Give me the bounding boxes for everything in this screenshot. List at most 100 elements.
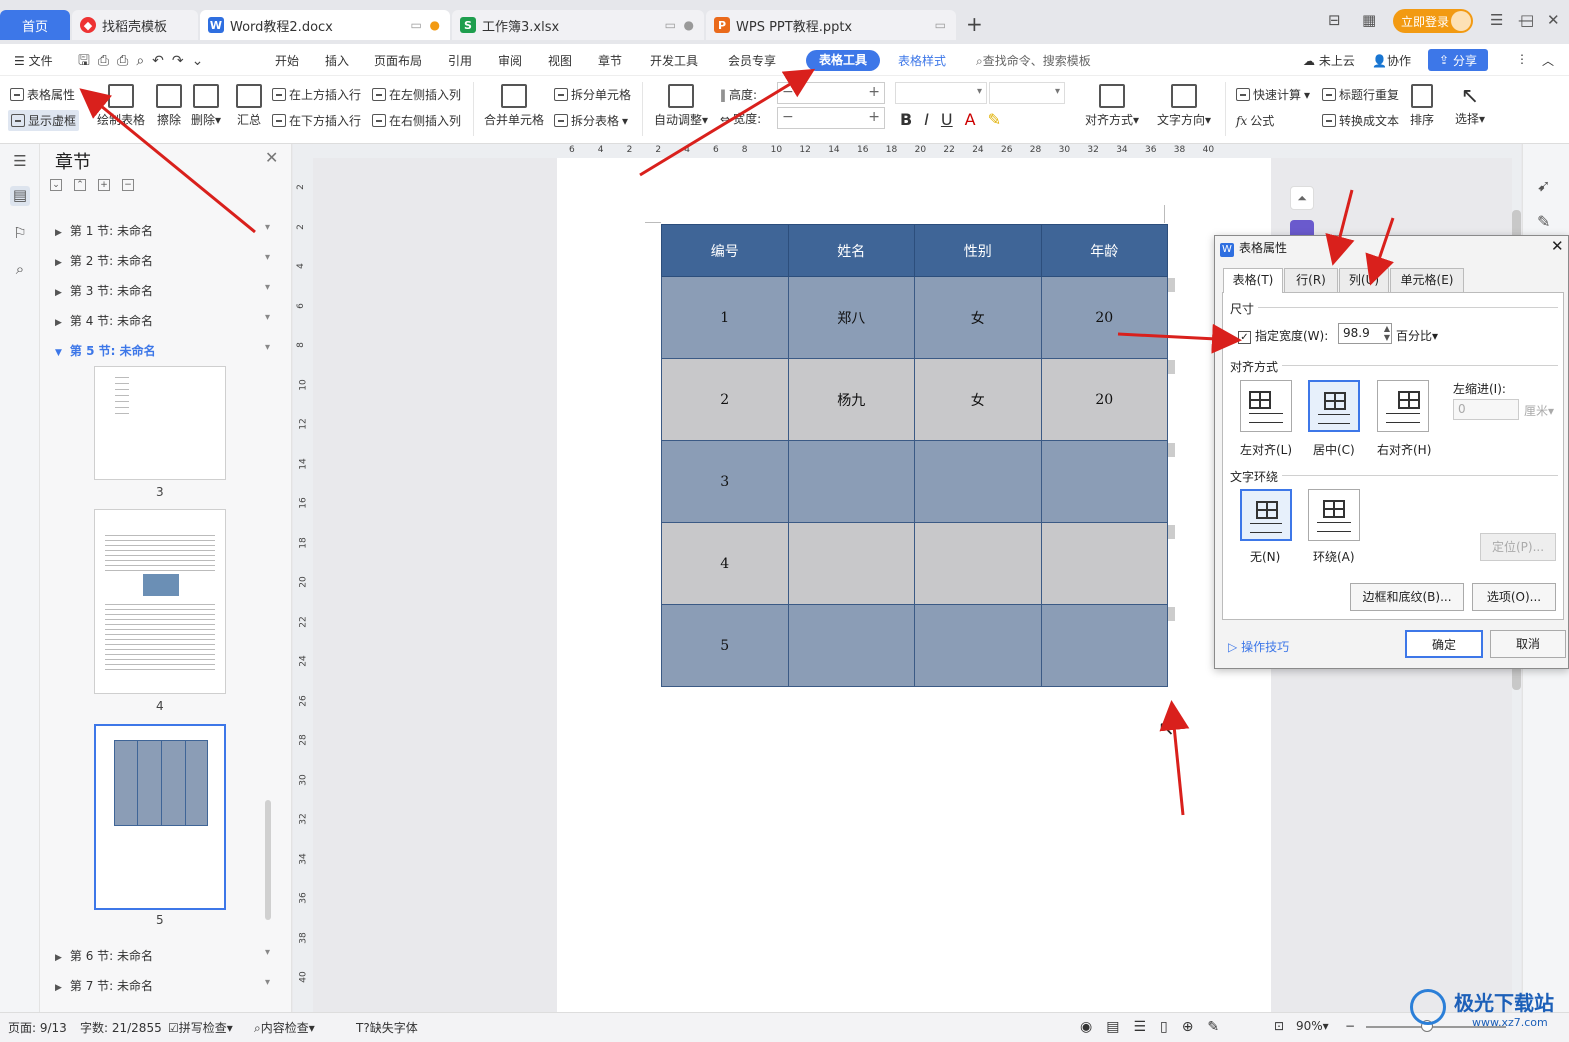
wrap-around-option[interactable] <box>1308 489 1360 541</box>
show-gridlines-button[interactable]: 显示虚框 <box>8 110 80 131</box>
layout-icon[interactable]: ⊟ <box>1328 11 1341 29</box>
font-name-select[interactable] <box>895 82 987 104</box>
table-cell[interactable] <box>787 604 915 687</box>
erase-button[interactable]: 擦除 <box>156 84 182 128</box>
cancel-button[interactable]: 取消 <box>1490 630 1566 658</box>
wrap-none-option[interactable] <box>1240 489 1292 541</box>
search-icon[interactable]: ⌕ <box>10 260 30 280</box>
table-header-cell[interactable]: 姓名 <box>787 224 915 277</box>
section-item[interactable]: ▶ 第 7 节: 未命名 ▾ <box>55 977 270 994</box>
page-thumbnail-active[interactable] <box>94 724 226 910</box>
section-item[interactable]: ▶ 第 2 节: 未命名 ▾ <box>55 252 270 269</box>
width-unit-select[interactable]: 百分比▾ <box>1396 327 1438 344</box>
text-direction-button[interactable]: 文字方向▾ <box>1157 84 1211 128</box>
bold-icon[interactable]: B <box>900 110 912 129</box>
split-cell-button[interactable]: 拆分单元格 <box>554 86 631 103</box>
menu-member[interactable]: 会员专享 <box>728 52 776 69</box>
menu-review[interactable]: 审阅 <box>498 52 522 69</box>
table-cell[interactable] <box>1040 604 1168 687</box>
table-cell[interactable] <box>787 440 915 523</box>
table-cell[interactable]: 2 <box>661 358 789 441</box>
table-cell[interactable] <box>787 522 915 605</box>
indent-unit-select[interactable]: 厘米▾ <box>1524 402 1554 419</box>
table-header-cell[interactable]: 性别 <box>914 224 1042 277</box>
missing-font-button[interactable]: T?缺失字体 <box>356 1019 418 1036</box>
chevron-down-icon[interactable]: ▾ <box>265 977 270 988</box>
table-cell[interactable] <box>914 522 1042 605</box>
auto-adjust-button[interactable]: 自动调整▾ <box>654 84 708 128</box>
expand-all-icon[interactable]: ⌃ <box>74 179 86 191</box>
collapse-ribbon-icon[interactable]: ︿ <box>1542 52 1554 69</box>
row-resize-handle[interactable] <box>1168 525 1175 539</box>
font-color-icon[interactable]: A <box>965 110 976 129</box>
table-header-cell[interactable]: 年龄 <box>1040 224 1168 277</box>
tab-ppt[interactable]: P WPS PPT教程.pptx ▭ <box>706 10 956 40</box>
close-icon[interactable]: ✕ <box>265 148 278 167</box>
menu-layout[interactable]: 页面布局 <box>374 52 422 69</box>
borders-shading-button[interactable]: 边框和底纹(B)... <box>1350 583 1464 611</box>
fit-page-icon[interactable]: ⊡ <box>1274 1019 1284 1033</box>
horizontal-ruler[interactable]: 6 4 2 2 4 6 8 10 12 14 16 18 20 22 24 26 28 30 32 34 36 38 40 <box>293 144 1521 158</box>
menu-section[interactable]: 章节 <box>598 52 622 69</box>
options-button[interactable]: 选项(O)... <box>1472 583 1556 611</box>
nav-scrollbar[interactable] <box>265 800 271 920</box>
insert-row-above-button[interactable]: 在上方插入行 <box>272 86 361 103</box>
cloud-status[interactable]: ☁ 未上云 <box>1303 52 1355 69</box>
view-mode-icons[interactable]: ◉▤☰▯⊕✎ <box>1080 1019 1233 1035</box>
content-check-button[interactable]: ⌕内容检查▾ <box>254 1019 315 1036</box>
file-menu[interactable]: ☰ 文件 <box>14 52 53 69</box>
align-button[interactable]: 对齐方式▾ <box>1085 84 1139 128</box>
insert-row-below-button[interactable]: 在下方插入行 <box>272 112 361 129</box>
maximize-icon[interactable]: □ <box>1520 11 1534 29</box>
remove-section-icon[interactable]: − <box>122 179 134 191</box>
zoom-level[interactable]: 90%▾ <box>1296 1019 1329 1033</box>
table-cell[interactable]: 3 <box>661 440 789 523</box>
chevron-down-icon[interactable]: ▾ <box>265 282 270 293</box>
italic-icon[interactable]: I <box>924 110 929 129</box>
row-resize-handle[interactable] <box>1168 360 1175 374</box>
font-size-select[interactable] <box>989 82 1065 104</box>
table-cell[interactable] <box>1040 440 1168 523</box>
left-indent-input[interactable]: 0 <box>1453 399 1519 420</box>
section-item[interactable]: ▶ 第 6 节: 未命名 ▾ <box>55 947 270 964</box>
quick-access-icons[interactable]: 🖫⎙⎙⌕↶↷⌄ <box>78 50 211 74</box>
menu-references[interactable]: 引用 <box>448 52 472 69</box>
table-cell[interactable]: 20 <box>1040 276 1168 359</box>
section-item-active[interactable]: ▼ 第 5 节: 未命名 ▾ <box>55 342 270 359</box>
table-cell[interactable]: 20 <box>1040 358 1168 441</box>
section-item[interactable]: ▶ 第 4 节: 未命名 ▾ <box>55 312 270 329</box>
row-height-stepper[interactable]: − + <box>777 82 885 104</box>
tab-docer[interactable]: ◆ 找稻壳模板 <box>72 10 198 40</box>
skin-icon[interactable]: ☰ <box>1490 11 1503 29</box>
login-button[interactable]: 立即登录 <box>1393 9 1473 33</box>
summary-button[interactable]: 汇总 <box>236 84 262 128</box>
tips-link[interactable]: ▷ 操作技巧 <box>1228 638 1289 655</box>
table-cell[interactable]: 4 <box>661 522 789 605</box>
tab-xlsx[interactable]: S 工作簿3.xlsx ▭ ● <box>452 10 704 40</box>
outline-icon[interactable]: ☰ <box>10 152 30 172</box>
delete-button[interactable]: 删除▾ <box>191 84 221 128</box>
chevron-down-icon[interactable]: ▾ <box>265 252 270 263</box>
quick-calc-button[interactable]: 快速计算 ▾ <box>1236 86 1310 103</box>
align-left-option[interactable] <box>1240 380 1292 432</box>
tab-word-doc[interactable]: W Word教程2.docx ▭ ● <box>200 10 450 40</box>
tab-column[interactable]: 列(U) <box>1339 268 1389 292</box>
table-properties-button[interactable]: 表格属性 <box>10 86 75 103</box>
dialog-title-bar[interactable]: W 表格属性 <box>1220 239 1287 257</box>
underline-icon[interactable]: U <box>941 110 953 129</box>
chevron-down-icon[interactable]: ▾ <box>265 342 270 353</box>
table-cell[interactable] <box>1040 522 1168 605</box>
select-button[interactable]: ↖ 选择▾ <box>1455 84 1485 127</box>
table-cell[interactable]: 郑八 <box>787 276 915 359</box>
page-thumbnail[interactable] <box>94 509 226 694</box>
position-button[interactable]: 定位(P)... <box>1480 533 1556 561</box>
convert-to-text-button[interactable]: 转换成文本 <box>1322 112 1399 129</box>
collab-button[interactable]: 👤协作 <box>1372 52 1411 69</box>
table-cell[interactable]: 女 <box>914 276 1042 359</box>
sort-button[interactable]: 排序 <box>1410 84 1434 128</box>
section-nav-icon[interactable]: ▤ <box>10 186 30 206</box>
collapse-up-icon[interactable]: ⏶ <box>1290 186 1314 210</box>
tab-home[interactable]: 首页 <box>0 10 70 40</box>
table-cell[interactable]: 女 <box>914 358 1042 441</box>
zoom-out-icon[interactable]: − <box>1345 1019 1355 1033</box>
